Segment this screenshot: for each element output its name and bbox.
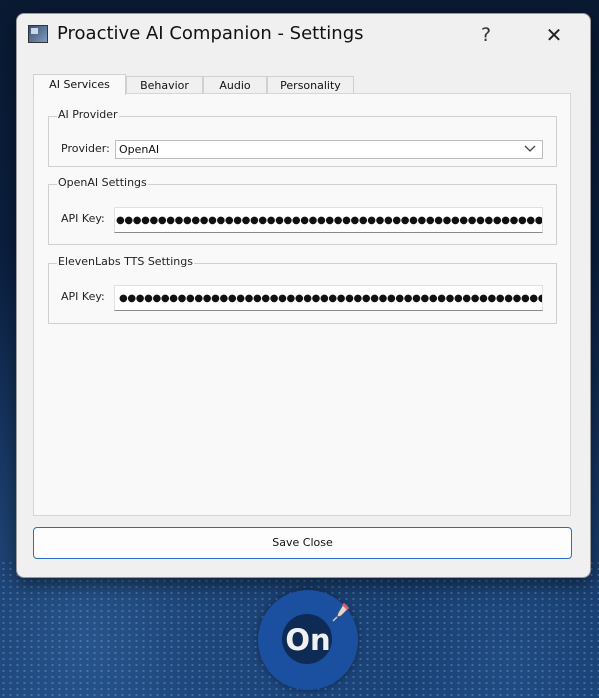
ai-provider-group: AI Provider Provider: OpenAI xyxy=(48,108,557,167)
help-button[interactable]: ? xyxy=(469,20,503,50)
tab-panel-ai-services: AI Provider Provider: OpenAI OpenAI Sett… xyxy=(33,93,571,516)
provider-select[interactable]: OpenAI xyxy=(115,140,543,159)
elevenlabs-settings-group-title: ElevenLabs TTS Settings xyxy=(57,255,194,268)
tab-audio[interactable]: Audio xyxy=(203,76,267,94)
openai-api-key-input[interactable]: ●●●●●●●●●●●●●●●●●●●●●●●●●●●●●●●●●●●●●●●●… xyxy=(114,207,543,233)
ai-provider-group-title: AI Provider xyxy=(57,108,119,121)
openai-api-key-label: API Key: xyxy=(61,212,105,225)
provider-select-value: OpenAI xyxy=(119,143,160,156)
elevenlabs-settings-group: ElevenLabs TTS Settings API Key: ●●●●●●●… xyxy=(48,255,557,324)
tab-ai-services[interactable]: AI Services xyxy=(33,74,126,95)
elevenlabs-api-key-label: API Key: xyxy=(61,290,105,303)
provider-label: Provider: xyxy=(61,142,110,155)
toggle-label: On xyxy=(285,623,331,657)
tab-behavior[interactable]: Behavior xyxy=(126,76,203,94)
microphone-icon xyxy=(332,602,350,622)
settings-dialog: Proactive AI Companion - Settings ? ✕ AI… xyxy=(16,13,591,578)
openai-settings-group-title: OpenAI Settings xyxy=(57,176,148,189)
save-close-button[interactable]: Save Close xyxy=(33,527,572,559)
elevenlabs-api-key-input[interactable]: ●●●●●●●●●●●●●●●●●●●●●●●●●●●●●●●●●●●●●●●●… xyxy=(114,285,543,311)
close-button[interactable]: ✕ xyxy=(537,20,571,50)
title-bar[interactable]: Proactive AI Companion - Settings ? ✕ xyxy=(17,14,590,56)
openai-settings-group: OpenAI Settings API Key: ●●●●●●●●●●●●●●●… xyxy=(48,176,557,245)
chevron-down-icon xyxy=(524,142,536,159)
listening-toggle[interactable]: On xyxy=(258,590,360,690)
app-icon xyxy=(28,25,48,43)
tab-personality[interactable]: Personality xyxy=(267,76,354,94)
window-title: Proactive AI Companion - Settings xyxy=(57,23,364,44)
